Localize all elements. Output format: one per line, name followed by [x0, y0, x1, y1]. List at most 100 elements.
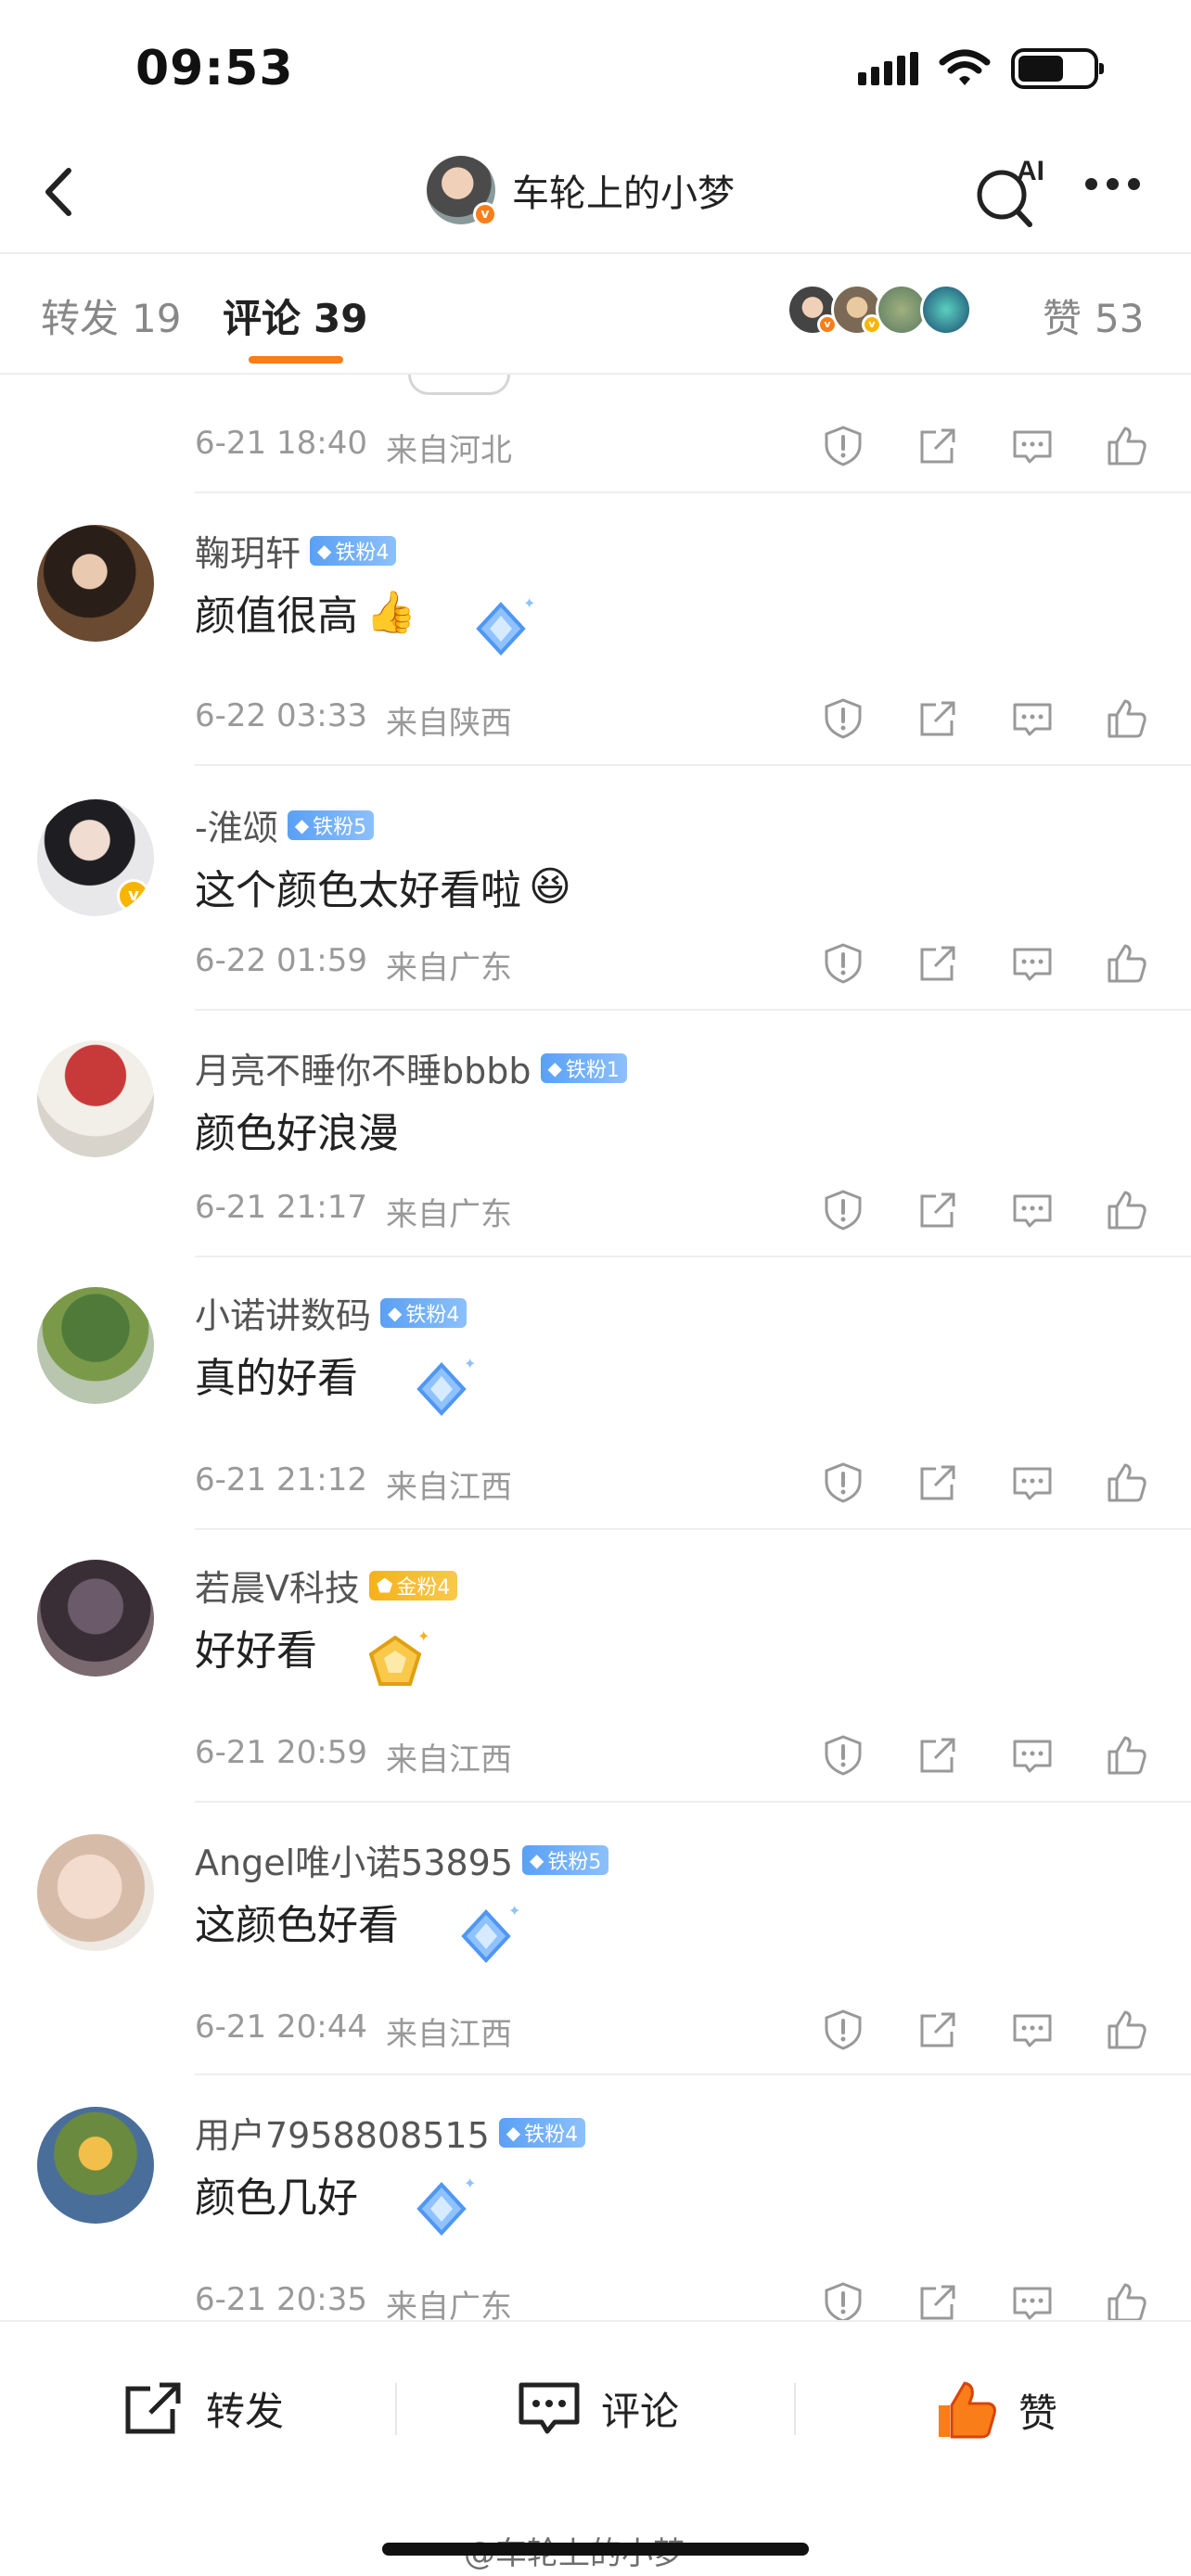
like-icon[interactable] [1100, 1728, 1154, 1782]
comment-text: 这颜色好看 [195, 1892, 399, 1951]
like-icon[interactable] [1100, 2276, 1154, 2320]
like-icon[interactable] [1100, 419, 1154, 473]
comment-date: 6-22 01:59 [195, 942, 367, 979]
comment-location: 来自江西 [385, 2016, 512, 2053]
report-icon[interactable] [816, 2276, 870, 2320]
share-icon[interactable] [911, 937, 965, 990]
back-icon[interactable] [28, 159, 93, 224]
nav-user[interactable]: v 车轮上的小梦 [427, 156, 735, 226]
reply-icon[interactable] [1005, 1183, 1059, 1237]
avatar[interactable] [37, 525, 154, 642]
avatar[interactable] [37, 2107, 154, 2224]
verified-badge-icon: v [117, 879, 150, 912]
report-icon[interactable] [816, 1456, 870, 1510]
comment-body: 颜值很高 [195, 593, 358, 640]
avatar[interactable] [37, 1287, 154, 1404]
like-button[interactable]: 赞 [935, 2379, 1057, 2441]
comment-actions [816, 419, 1154, 473]
reply-icon[interactable] [1005, 692, 1059, 746]
comment-username[interactable]: -淮颂 [195, 799, 278, 850]
comment-username[interactable]: 用户7958808515 [195, 2107, 490, 2158]
report-icon[interactable] [816, 1183, 870, 1237]
repost-icon [125, 2382, 181, 2434]
report-icon[interactable] [816, 937, 870, 990]
share-icon[interactable] [911, 1456, 965, 1510]
home-indicator[interactable] [382, 2543, 809, 2556]
like-icon[interactable] [1100, 692, 1154, 746]
like-icon[interactable] [1100, 1183, 1154, 1237]
comment-location: 来自江西 [385, 1469, 512, 1506]
verified-badge-icon: v [473, 202, 497, 226]
reply-icon[interactable] [1005, 2003, 1059, 2057]
share-icon[interactable] [911, 2003, 965, 2057]
more-icon[interactable] [1085, 178, 1140, 190]
comment-meta: 6-21 20:44 来自江西 [195, 2009, 512, 2054]
comment-body: 这颜色好看 [195, 1902, 399, 1949]
fan-badge-label: 金粉4 [396, 1575, 451, 1600]
comment-actions [816, 1728, 1154, 1782]
repost-button[interactable]: 转发 [122, 2379, 284, 2437]
comment-username[interactable]: 若晨V科技 [195, 1560, 360, 1611]
tab-like-label: 赞 [1043, 296, 1082, 341]
likers-avatars[interactable]: v v [787, 284, 972, 336]
thumbs-up-emoji: 👍 [365, 589, 416, 636]
report-icon[interactable] [816, 1728, 870, 1782]
comment-username[interactable]: Angel唯小诺53895 [195, 1834, 513, 1885]
comment-date: 6-21 20:35 [195, 2281, 367, 2318]
share-icon[interactable] [911, 692, 965, 746]
comment-header: Angel唯小诺53895 ◆ 铁粉5 [195, 1834, 609, 1885]
comment-header: 若晨V科技 ⬟ 金粉4 [195, 1560, 458, 1611]
reply-icon[interactable] [1005, 937, 1059, 990]
reply-icon[interactable] [1005, 419, 1059, 473]
share-icon[interactable] [911, 2276, 965, 2320]
fan-badge-label: 铁粉4 [524, 2123, 579, 2147]
comment-meta: 6-22 03:33 来自陕西 [195, 697, 512, 743]
reply-icon[interactable] [1005, 1728, 1059, 1782]
comment-meta: 6-21 21:12 来自江西 [195, 1461, 512, 1507]
comment-image[interactable] [408, 375, 510, 395]
fan-badge: ◆ 铁粉4 [310, 535, 397, 566]
fan-badge-label: 铁粉5 [313, 815, 367, 839]
comment-date: 6-21 21:12 [195, 1461, 367, 1498]
comment-meta: 6-21 21:17 来自广东 [195, 1189, 512, 1234]
ai-search-icon[interactable]: AI [974, 156, 1048, 230]
comment-body: 好好看 [195, 1627, 317, 1675]
avatar[interactable] [37, 1834, 154, 1951]
comment-button[interactable]: 评论 [518, 2379, 679, 2437]
comment-username[interactable]: 月亮不睡你不睡bbbb [195, 1042, 531, 1093]
reply-icon[interactable] [1005, 1456, 1059, 1510]
tab-repost[interactable]: 转发 19 [41, 287, 181, 344]
avatar[interactable]: v [427, 156, 497, 226]
like-label: 赞 [1018, 2390, 1058, 2436]
share-icon[interactable] [911, 1183, 965, 1237]
share-icon[interactable] [911, 419, 965, 473]
like-icon[interactable] [1100, 2003, 1154, 2057]
bottom-action-bar: 转发 评论 赞 @车轮上的小梦 [0, 2320, 1191, 2576]
tab-active-indicator [249, 356, 343, 363]
avatar [920, 284, 972, 336]
reply-icon[interactable] [1005, 2276, 1059, 2320]
comment-item: v -淮颂 ◆ 铁粉5 这个颜色太好看啦 😆 6-22 01:59 来自广东 [0, 766, 1191, 1009]
comment-username[interactable]: 小诺讲数码 [195, 1287, 371, 1338]
comment-text: 颜值很高 👍 [195, 582, 416, 642]
comment-date: 6-21 20:59 [195, 1734, 367, 1771]
tab-like[interactable]: 赞 53 [1043, 287, 1144, 344]
report-icon[interactable] [816, 692, 870, 746]
like-icon[interactable] [1100, 937, 1154, 990]
like-icon[interactable] [1100, 1456, 1154, 1510]
avatar[interactable] [37, 1560, 154, 1677]
share-icon[interactable] [911, 1728, 965, 1782]
fan-badge: ◆ 铁粉4 [498, 2117, 586, 2148]
fan-badge: ◆ 铁粉1 [540, 1052, 627, 1083]
avatar[interactable] [37, 1040, 154, 1157]
comment-list[interactable]: 6-21 18:40 来自河北 鞠玥轩 ◆ 铁粉4 颜值很高 👍 ✦ 6-22 03… [0, 375, 1191, 2320]
tab-comment[interactable]: 评论 39 [223, 287, 367, 344]
svg-text:✦: ✦ [464, 1355, 476, 1372]
comment-text: 这个颜色太好看啦 😆 [195, 857, 571, 916]
comment-username[interactable]: 鞠玥轩 [195, 525, 301, 576]
report-icon[interactable] [816, 2003, 870, 2057]
report-icon[interactable] [816, 419, 870, 473]
avatar[interactable]: v [37, 799, 154, 916]
wifi-icon [939, 49, 991, 85]
comment-meta: 6-22 01:59 来自广东 [195, 942, 512, 988]
